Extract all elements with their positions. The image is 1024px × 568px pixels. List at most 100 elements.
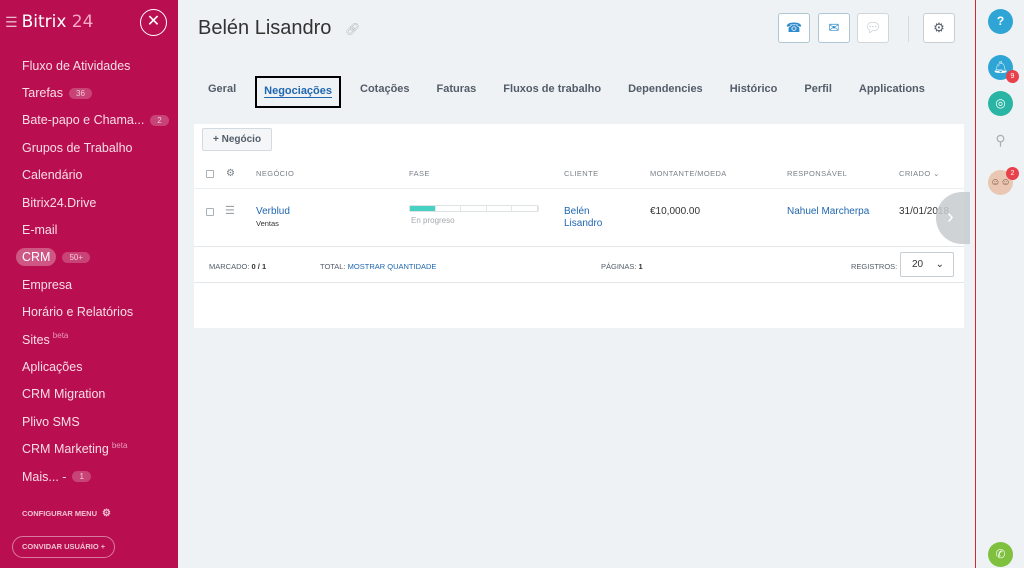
sidebar-item-label: Mais... - (22, 469, 67, 484)
tab-6[interactable]: Histórico (722, 76, 786, 108)
chevron-down-icon: ⌄ (935, 259, 944, 270)
sidebar-item-label: CRM (16, 248, 57, 267)
client-link-line2[interactable]: Lisandro (564, 218, 602, 229)
column-header-deal[interactable]: NEGÓCIO (256, 164, 294, 184)
chat-button[interactable]: 💬︎ (857, 13, 889, 43)
sidebar-item[interactable]: CRM 50+ (16, 244, 172, 271)
total-label: TOTAL: (320, 262, 346, 271)
show-quantity-link[interactable]: MOSTRAR QUANTIDADE (348, 262, 437, 271)
gear-icon: ⚙ (102, 508, 111, 519)
invite-user-label: CONVIDAR USUÁRIO (22, 542, 99, 551)
pages-count: PÁGINAS: 1 (601, 262, 643, 271)
tab-3[interactable]: Faturas (429, 76, 485, 108)
users-badge: 2 (1006, 167, 1019, 180)
link-icon[interactable]: 🔗︎ (345, 22, 360, 36)
sidebar-item[interactable]: Sites beta (22, 326, 172, 353)
sidebar-item-label: Horário e Relatórios (22, 305, 134, 320)
beta-label: beta (52, 331, 69, 341)
tab-label: Fluxos de trabalho (503, 83, 602, 95)
marked-label: MARCADO: (209, 262, 250, 271)
sidebar-item[interactable]: Grupos de Trabalho (22, 134, 172, 161)
column-header-created[interactable]: CRIADO ⌄ (899, 164, 940, 184)
invite-user-button[interactable]: CONVIDAR USUÁRIO + (12, 536, 116, 558)
configure-menu-button[interactable]: CONFIGURAR MENU ⚙ (22, 508, 111, 519)
close-icon[interactable]: ✕ (140, 9, 167, 36)
tab-label: Dependencies (628, 83, 703, 95)
tab-0[interactable]: Geral (200, 76, 244, 108)
sidebar-item-label: Fluxo de Atividades (22, 58, 131, 73)
tab-1[interactable]: Negociações (255, 76, 342, 108)
sidebar-item-label: Empresa (22, 277, 73, 292)
column-header-stage[interactable]: FASE (409, 164, 430, 184)
column-header-amount[interactable]: MONTANTE/MOEDA (650, 164, 727, 184)
tab-8[interactable]: Applications (851, 76, 933, 108)
scroll-right-arrow-icon[interactable]: › (936, 192, 970, 244)
records-value: 20 (912, 259, 924, 270)
sidebar-item-label: Plivo SMS (22, 414, 80, 429)
tab-label: Negociações (264, 85, 333, 97)
sidebar-item[interactable]: Plivo SMS (22, 408, 172, 435)
settings-button[interactable]: ⚙ (923, 13, 955, 43)
sidebar-item[interactable]: Mais... - 1 (22, 463, 172, 490)
sidebar-item[interactable]: Aplicações (22, 353, 172, 380)
sidebar-item[interactable]: Bate-papo e Chama... 2 (22, 107, 172, 134)
sidebar-item[interactable]: Fluxo de Atividades (22, 52, 172, 79)
tab-label: Applications (858, 83, 925, 95)
search-icon[interactable]: ⚲ (988, 128, 1013, 153)
sidebar-item[interactable]: Calendário (22, 162, 172, 189)
sidebar-item-label: E-mail (22, 223, 58, 238)
sidebar-item[interactable]: Empresa (22, 271, 172, 298)
footer-divider (194, 246, 964, 247)
tab-label: Histórico (729, 83, 778, 95)
responsible-link[interactable]: Nahuel Marcherpa (787, 206, 869, 217)
right-sidebar: ? 🔔︎ 9 ◎ ⚲ ☺☺ 2 ✆ (975, 0, 1024, 568)
tab-5[interactable]: Dependencies (620, 76, 711, 108)
records-label: REGISTROS: (851, 262, 898, 271)
row-checkbox[interactable] (206, 208, 214, 216)
row-menu-icon[interactable]: ☰ (225, 204, 235, 217)
envelope-icon: ✉ (828, 20, 840, 35)
help-icon[interactable]: ? (988, 9, 1013, 34)
sidebar-item-label: Calendário (22, 168, 83, 183)
brand-number: 24 (71, 12, 94, 32)
sidebar-item[interactable]: Horário e Relatórios (22, 299, 172, 326)
add-deal-label: Negócio (221, 134, 262, 145)
sidebar-item-label: CRM Migration (22, 387, 106, 402)
sidebar-item[interactable]: Tarefas 36 (22, 79, 172, 106)
sidebar-item[interactable]: CRM Migration (22, 381, 172, 408)
add-deal-button[interactable]: + Negócio (202, 128, 273, 151)
column-settings-icon[interactable]: ⚙ (226, 164, 235, 184)
tab-label: Geral (208, 83, 237, 95)
brand-name: Bitrix (21, 12, 67, 32)
select-all-checkbox[interactable] (206, 170, 214, 178)
brand-logo[interactable]: ☰ Bitrix 24 (5, 12, 93, 32)
created-label: CRIADO (899, 169, 931, 178)
pages-value: 1 (638, 262, 643, 271)
client-link[interactable]: Belén (564, 206, 590, 217)
tab-4[interactable]: Fluxos de trabalho (495, 76, 609, 108)
phone-call-button[interactable]: ☎ (778, 13, 810, 43)
sidebar-item-label: Sites (22, 332, 50, 347)
stage-progress-bar[interactable] (409, 205, 539, 212)
menu-icon[interactable]: ☰ (5, 15, 18, 31)
deal-link[interactable]: Verblud (256, 206, 290, 217)
marked-value: 0 / 1 (251, 262, 267, 271)
sidebar-item-label: Tarefas (22, 86, 63, 101)
sort-chevron-icon: ⌄ (933, 169, 940, 178)
phone-icon: ☎ (785, 20, 803, 35)
sidebar-item[interactable]: Bitrix24.Drive (22, 189, 172, 216)
sidebar-menu: Fluxo de Atividades Tarefas 36 Bate-papo e … (16, 52, 172, 490)
column-header-client[interactable]: CLIENTE (564, 164, 598, 184)
deals-panel: + Negócio ⚙ NEGÓCIO FASE CLIENTE MONTANT… (194, 124, 970, 328)
tab-2[interactable]: Cotações (352, 76, 418, 108)
sidebar-item[interactable]: E-mail (22, 216, 172, 243)
page-title: Belén Lisandro (198, 17, 332, 39)
email-button[interactable]: ✉ (818, 13, 850, 43)
tab-label: Perfil (804, 83, 832, 95)
records-per-page-select[interactable]: 20 ⌄ (900, 252, 954, 277)
tab-7[interactable]: Perfil (796, 76, 840, 108)
open-channels-icon[interactable]: ◎ (988, 91, 1013, 116)
column-header-responsible[interactable]: RESPONSÁVEL (787, 164, 847, 184)
sidebar-item[interactable]: CRM Marketing beta (22, 435, 172, 462)
phone-icon[interactable]: ✆ (988, 542, 1013, 567)
